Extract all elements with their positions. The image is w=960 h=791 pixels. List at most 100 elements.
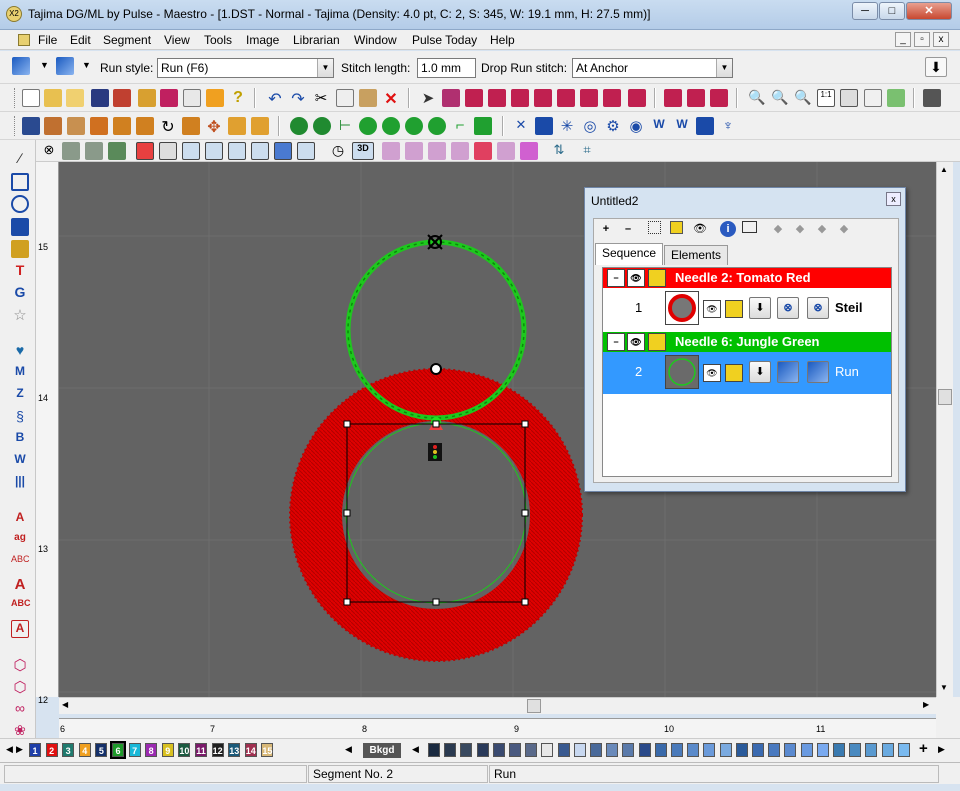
selection-handle[interactable] <box>432 598 440 606</box>
print-icon[interactable] <box>183 89 201 107</box>
tab-elements[interactable]: Elements <box>664 245 729 265</box>
palette-color-swatch[interactable] <box>881 743 894 757</box>
eye-icon[interactable]: 👁 <box>703 300 721 318</box>
clock-icon[interactable]: ◷ <box>329 142 347 160</box>
menu-tools[interactable]: Tools <box>204 33 232 47</box>
needle-forward-icon[interactable] <box>474 142 492 160</box>
export-icon[interactable] <box>113 89 131 107</box>
show-segments-icon[interactable] <box>274 142 292 160</box>
palette-color-swatch[interactable] <box>460 743 473 757</box>
chevron-down-icon[interactable]: ▼ <box>40 60 49 70</box>
remove-icon[interactable]: – <box>620 221 636 237</box>
tie-in-icon[interactable]: ⊗ <box>777 297 799 319</box>
save-icon[interactable] <box>91 89 109 107</box>
menu-window[interactable]: Window <box>354 33 397 47</box>
point-edit-icon[interactable] <box>465 89 483 107</box>
wave-w2-icon[interactable]: W <box>673 117 691 135</box>
menu-image[interactable]: Image <box>246 33 279 47</box>
scroll-left-icon[interactable]: ◀ <box>62 700 68 709</box>
menu-view[interactable]: View <box>164 33 190 47</box>
sequence-close-button[interactable]: x <box>886 192 901 206</box>
lock-icon[interactable] <box>725 300 743 318</box>
palette-color-swatch[interactable] <box>897 743 910 757</box>
jump-end-icon[interactable] <box>520 142 538 160</box>
selection-handle[interactable] <box>521 420 529 428</box>
select-arrow-icon[interactable]: ➤ <box>419 89 437 107</box>
pattern-icon[interactable]: ∞ <box>11 700 29 718</box>
lock-icon[interactable] <box>670 221 683 234</box>
toolbar-grip[interactable] <box>14 88 17 108</box>
selection-handle[interactable] <box>521 509 529 517</box>
needle-swatch-4[interactable]: 4 <box>78 743 91 757</box>
palette-color-swatch[interactable] <box>687 743 700 757</box>
needle-swatch-14[interactable]: 14 <box>244 743 257 757</box>
palette-color-swatch[interactable] <box>590 743 602 757</box>
mirror-icon[interactable] <box>182 117 200 135</box>
palette-scroll-left-icon[interactable]: ◀ <box>412 744 419 755</box>
collapse-icon[interactable]: − <box>607 333 625 351</box>
run-tool-icon[interactable] <box>12 57 30 75</box>
needle-back-icon[interactable] <box>405 142 423 160</box>
stitch-forward-icon[interactable] <box>451 142 469 160</box>
download-arrow-icon[interactable]: ⬇ <box>925 57 947 77</box>
motif-icon[interactable]: ♆ <box>719 117 737 135</box>
palette-right-icon[interactable]: ▶ <box>16 744 23 755</box>
transform-icon[interactable] <box>628 89 646 107</box>
3d-view-icon[interactable]: 3D <box>352 142 374 160</box>
needle-swatch-12[interactable]: 12 <box>211 743 224 757</box>
palette-color-swatch[interactable] <box>428 743 440 757</box>
import-icon[interactable] <box>138 89 156 107</box>
palette-color-swatch[interactable] <box>509 743 521 757</box>
color-swap-icon[interactable] <box>742 221 757 233</box>
align-icon[interactable] <box>22 117 40 135</box>
menu-file[interactable]: File <box>38 33 57 47</box>
new-file-icon[interactable] <box>22 89 40 107</box>
fill-icon[interactable] <box>474 117 492 135</box>
tatami-tool-icon[interactable]: ♥ <box>11 342 29 360</box>
edit-fill-icon[interactable] <box>687 89 705 107</box>
lasso-icon[interactable] <box>442 89 460 107</box>
selection-handle[interactable] <box>432 420 440 428</box>
select-box-icon[interactable] <box>648 221 661 234</box>
palette-color-swatch[interactable] <box>541 743 554 757</box>
menu-edit[interactable]: Edit <box>70 33 91 47</box>
badge-icon[interactable]: ⬡ <box>11 656 29 674</box>
path-icon[interactable]: ⌐ <box>451 117 469 135</box>
maximize-button[interactable]: □ <box>879 2 905 20</box>
wave-w-icon[interactable]: W <box>650 117 668 135</box>
zoom-out-icon[interactable]: 🔍 <box>794 89 812 107</box>
boxed-text-icon[interactable]: A <box>11 620 29 638</box>
segment-row-selected[interactable]: 2 👁 ⬇ Run <box>603 352 891 394</box>
horizontal-scrollbar[interactable]: ◀ ▶ <box>59 697 936 714</box>
measure-icon[interactable] <box>887 89 905 107</box>
open-design-icon[interactable] <box>66 89 84 107</box>
show-hoop-icon[interactable] <box>297 142 315 160</box>
palette-color-swatch[interactable] <box>849 743 862 757</box>
bend-icon[interactable] <box>251 117 269 135</box>
palette-color-swatch[interactable] <box>654 743 667 757</box>
move-icon[interactable]: ✥ <box>205 117 223 136</box>
branch-icon[interactable]: ⊢ <box>336 117 354 135</box>
star-stitch-icon[interactable]: ✳ <box>558 117 576 135</box>
send-icon[interactable] <box>160 89 178 107</box>
arrow-down-icon[interactable]: ⬇ <box>749 297 771 319</box>
target-icon[interactable]: ◉ <box>627 117 645 135</box>
dropdown-arrow-icon[interactable]: ▼ <box>317 59 333 77</box>
reshape-icon[interactable] <box>488 89 506 107</box>
menu-segment[interactable]: Segment <box>103 33 151 47</box>
show-stitches-icon[interactable] <box>136 142 154 160</box>
needle-swatch-8[interactable]: 8 <box>145 743 158 757</box>
star-fill-icon[interactable]: W <box>11 452 29 470</box>
app-icon[interactable]: X2 <box>6 6 22 22</box>
menu-pulse-today[interactable]: Pulse Today <box>412 33 477 47</box>
run-style-select[interactable]: Run (F6) ▼ <box>157 58 334 78</box>
join-icon[interactable] <box>359 117 377 135</box>
palette-color-swatch[interactable] <box>573 743 586 757</box>
run-style-alt-icon[interactable] <box>807 361 829 383</box>
palette-color-swatch[interactable] <box>735 743 748 757</box>
zoom-segment-icon[interactable] <box>290 117 308 135</box>
palette-color-swatch[interactable] <box>816 743 829 757</box>
palette-color-swatch[interactable] <box>606 743 619 757</box>
zoom-in-icon[interactable]: 🔍 <box>771 89 789 107</box>
horizontal-scroll-thumb[interactable] <box>527 699 541 713</box>
